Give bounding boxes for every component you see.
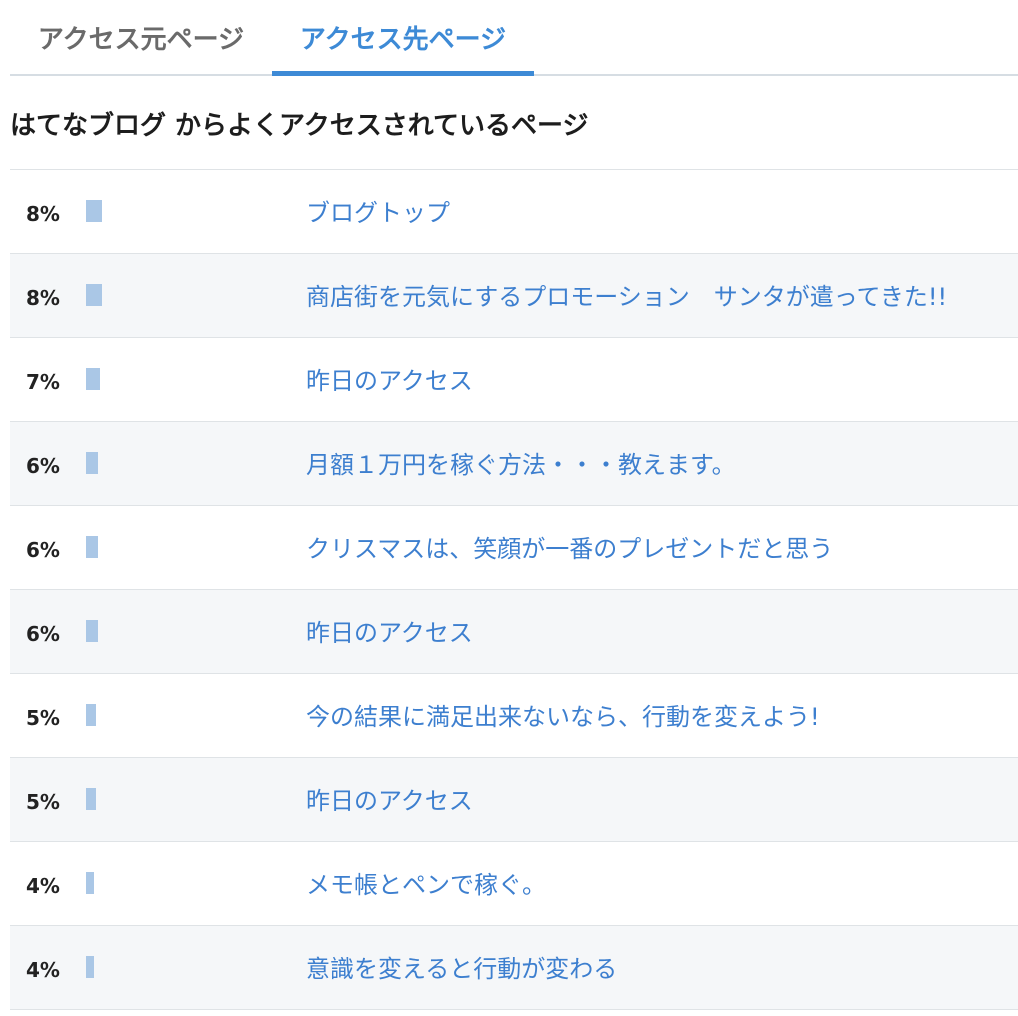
page-link[interactable]: 商店街を元気にするプロモーション サンタが遣ってきた!! xyxy=(306,254,947,338)
page-link[interactable]: 今の結果に満足出来ないなら、行動を変えよう! xyxy=(306,674,820,758)
list-item: 6% 月額１万円を稼ぐ方法・・・教えます。 xyxy=(10,422,1018,506)
page-link[interactable]: ブログトップ xyxy=(306,170,450,254)
page-link[interactable]: 意識を変えると行動が変わる xyxy=(306,926,617,1010)
access-percent: 4% xyxy=(26,958,60,982)
page-link[interactable]: 昨日のアクセス xyxy=(306,758,473,842)
list-item: 8% ブログトップ xyxy=(10,170,1018,254)
access-percent: 6% xyxy=(26,538,60,562)
page-link[interactable]: 昨日のアクセス xyxy=(306,338,473,422)
list-item: 5% 昨日のアクセス xyxy=(10,758,1018,842)
access-percent: 4% xyxy=(26,874,60,898)
page-link[interactable]: クリスマスは、笑顔が一番のプレゼントだと思う xyxy=(306,506,833,590)
page-link[interactable]: メモ帳とペンで稼ぐ。 xyxy=(306,842,546,926)
list-item: 4% 意識を変えると行動が変わる xyxy=(10,926,1018,1010)
access-share-bar xyxy=(86,620,98,642)
list-item: 7% 昨日のアクセス xyxy=(10,338,1018,422)
access-percent: 5% xyxy=(26,706,60,730)
access-share-bar xyxy=(86,788,96,810)
section-heading: はてなブログ からよくアクセスされているページ xyxy=(10,76,1018,170)
list-item: 6% 昨日のアクセス xyxy=(10,590,1018,674)
active-tab-indicator xyxy=(272,71,534,76)
access-share-bar xyxy=(86,704,96,726)
access-percent: 8% xyxy=(26,202,60,226)
page-link[interactable]: 月額１万円を稼ぐ方法・・・教えます。 xyxy=(306,422,736,506)
access-share-bar xyxy=(86,200,102,222)
tab-access-source[interactable]: アクセス元ページ xyxy=(10,0,272,76)
page-link[interactable]: 昨日のアクセス xyxy=(306,590,473,674)
page-list: 8% ブログトップ 8% 商店街を元気にするプロモーション サンタが遣ってきた!! 7%… xyxy=(10,170,1018,1010)
access-share-bar xyxy=(86,284,102,306)
access-share-bar xyxy=(86,956,94,978)
list-item: 8% 商店街を元気にするプロモーション サンタが遣ってきた!! xyxy=(10,254,1018,338)
list-item: 5% 今の結果に満足出来ないなら、行動を変えよう! xyxy=(10,674,1018,758)
access-share-bar xyxy=(86,872,94,894)
access-share-bar xyxy=(86,536,98,558)
list-item: 4% メモ帳とペンで稼ぐ。 xyxy=(10,842,1018,926)
access-percent: 5% xyxy=(26,790,60,814)
tab-access-target[interactable]: アクセス先ページ xyxy=(272,0,534,76)
tab-bar: アクセス元ページ アクセス先ページ xyxy=(10,0,1018,76)
list-item: 6% クリスマスは、笑顔が一番のプレゼントだと思う xyxy=(10,506,1018,590)
access-panel: アクセス元ページ アクセス先ページ はてなブログ からよくアクセスされているペー… xyxy=(10,0,1018,1010)
access-percent: 7% xyxy=(26,370,60,394)
access-percent: 8% xyxy=(26,286,60,310)
access-share-bar xyxy=(86,452,98,474)
access-share-bar xyxy=(86,368,100,390)
access-percent: 6% xyxy=(26,622,60,646)
access-percent: 6% xyxy=(26,454,60,478)
